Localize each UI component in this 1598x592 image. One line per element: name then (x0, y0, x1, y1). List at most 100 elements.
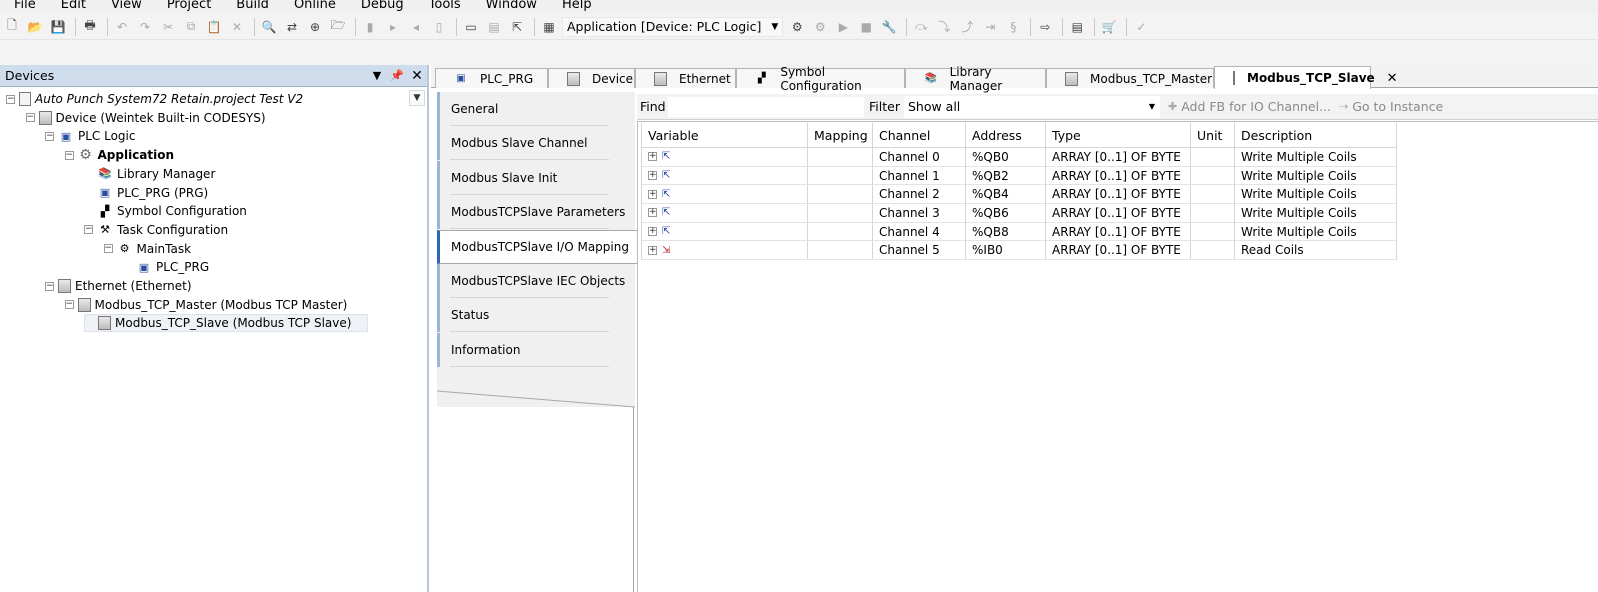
layout-icon[interactable]: ▤ (484, 17, 504, 37)
column-header[interactable]: Type (1046, 123, 1191, 148)
table-row[interactable]: + ⇱ Channel 4 %QB8 ARRAY [0..1] OF BYTE Write… (642, 222, 1397, 242)
close-icon[interactable]: ✕ (407, 68, 427, 84)
print-icon[interactable]: 🖶 (80, 17, 100, 37)
collapse-icon[interactable]: − (45, 281, 54, 291)
step-into-icon[interactable]: ⤵ (934, 17, 954, 37)
editor-tab[interactable]: ▞ Symbol Configuration (736, 65, 905, 93)
cell-mapping[interactable] (808, 166, 873, 186)
panel-menu-icon[interactable]: ▼ (367, 69, 387, 82)
force-values-icon[interactable]: 🛒 (1099, 17, 1119, 37)
collapse-icon[interactable]: − (64, 150, 74, 160)
side-tab[interactable]: ModbusTCPSlave I/O Mapping (437, 229, 637, 264)
step-over-icon[interactable]: ⤼ (911, 17, 931, 37)
table-row[interactable]: + ⇱ Channel 2 %QB4 ARRAY [0..1] OF BYTE Write… (642, 185, 1397, 205)
tree-node[interactable]: ▣ PLC_PRG (123, 258, 209, 276)
column-header[interactable]: Description (1235, 123, 1397, 148)
tree-node[interactable]: − ▣ PLC Logic (45, 127, 135, 145)
replace-icon[interactable]: ⇄ (282, 17, 302, 37)
menu-item-online[interactable]: Online (294, 0, 336, 11)
cell-variable[interactable]: + ⇱ (642, 166, 808, 186)
cell-variable[interactable]: + ⇱ (642, 185, 808, 205)
find-input[interactable] (667, 95, 865, 118)
cell-variable[interactable]: + ⇱ (642, 148, 808, 167)
column-header[interactable]: Unit (1191, 123, 1235, 148)
cell-mapping[interactable] (808, 148, 873, 167)
tree-node[interactable]: 📚 Library Manager (84, 165, 215, 183)
cell-variable[interactable]: + ⇱ (642, 222, 808, 242)
new-project-icon[interactable]: 🗋 (2, 17, 22, 37)
side-tab[interactable]: ModbusTCPSlave Parameters (437, 195, 635, 230)
add-fb-button[interactable]: ✚ Add FB for IO Channel... (1168, 99, 1331, 114)
tree-node[interactable]: − Auto Punch System72 Retain.project Test… (6, 90, 303, 108)
unforce-icon[interactable]: ✓ (1131, 17, 1151, 37)
editor-tab[interactable]: Device (548, 68, 635, 88)
side-tab[interactable]: ModbusTCPSlave IEC Objects (437, 264, 635, 298)
paste-icon[interactable]: 📋 (204, 17, 224, 37)
menu-item-edit[interactable]: Edit (61, 0, 86, 11)
column-header[interactable]: Channel (873, 123, 966, 148)
collapse-icon[interactable]: − (64, 300, 74, 310)
cell-mapping[interactable] (808, 222, 873, 242)
filter-select[interactable]: Show all ▼ (903, 95, 1160, 118)
tree-node[interactable]: ▞ Symbol Configuration (84, 202, 247, 220)
build-icon[interactable]: ▦ (539, 17, 559, 37)
tree-node[interactable]: Modbus_TCP_Slave (Modbus TCP Slave) (84, 314, 369, 333)
redo-icon[interactable]: ↷ (135, 17, 155, 37)
close-tab-icon[interactable]: ✕ (1387, 71, 1398, 86)
cell-mapping[interactable] (808, 241, 873, 261)
side-tab[interactable]: Modbus Slave Init (437, 160, 635, 195)
expand-icon[interactable]: + (648, 189, 657, 199)
tree-node[interactable]: − ⚒ Task Configuration (84, 221, 228, 239)
export-icon[interactable]: ⇱ (507, 17, 527, 37)
collapse-icon[interactable]: − (45, 131, 54, 141)
expand-icon[interactable]: + (648, 152, 657, 162)
active-application-select[interactable]: Application [Device: PLC Logic] ▼ (562, 16, 784, 37)
previous-bookmark-icon[interactable]: ◂ (406, 17, 426, 37)
tree-dropdown-icon[interactable]: ▼ (409, 90, 425, 106)
tree-node[interactable]: − Modbus_TCP_Master (Modbus TCP Master) (64, 296, 347, 314)
table-row[interactable]: + ⇱ Channel 0 %QB0 ARRAY [0..1] OF BYTE Write… (642, 148, 1397, 167)
save-icon[interactable]: 💾 (48, 17, 68, 37)
side-tab[interactable]: Information (437, 332, 635, 367)
tree-node[interactable]: − ⚙ Application (64, 146, 174, 164)
column-header[interactable]: Mapping (808, 123, 873, 148)
column-header[interactable]: Variable (642, 123, 808, 148)
column-header[interactable]: Address (966, 123, 1046, 148)
editor-tab[interactable]: 📚 Library Manager (905, 65, 1046, 93)
menu-item-help[interactable]: Help (562, 0, 592, 11)
bookmark-icon[interactable]: ▮ (360, 17, 380, 37)
open-project-icon[interactable]: 📂 (25, 17, 45, 37)
show-next-statement-icon[interactable]: ⇨ (1035, 17, 1055, 37)
collapse-icon[interactable]: − (6, 94, 15, 104)
run-to-cursor-icon[interactable]: ⇥ (980, 17, 1000, 37)
tree-node[interactable]: − Ethernet (Ethernet) (45, 277, 192, 295)
start-icon[interactable]: ▶ (833, 17, 853, 37)
copy-icon[interactable]: ⧉ (181, 17, 201, 37)
set-next-statement-icon[interactable]: § (1003, 17, 1023, 37)
find-icon[interactable]: 🔍 (259, 17, 279, 37)
menu-item-project[interactable]: Project (167, 0, 211, 11)
step-out-icon[interactable]: ⤴ (957, 17, 977, 37)
cut-icon[interactable]: ✂ (158, 17, 178, 37)
collapse-icon[interactable]: − (103, 244, 113, 254)
editor-tab[interactable]: Modbus_TCP_Master (1046, 68, 1214, 88)
logout-icon[interactable]: ⚙ (810, 17, 830, 37)
expand-icon[interactable]: + (648, 227, 657, 237)
expand-icon[interactable]: + (648, 208, 657, 218)
editor-tab[interactable]: Modbus_TCP_Slave ✕ (1214, 66, 1398, 89)
add-object-icon[interactable]: ⊕ (305, 17, 325, 37)
clear-bookmarks-icon[interactable]: ▯ (429, 17, 449, 37)
cell-mapping[interactable] (808, 204, 873, 223)
window-icon[interactable]: ▭ (461, 17, 481, 37)
side-tab[interactable]: Status (437, 298, 635, 333)
login-icon[interactable]: ⚙ (787, 17, 807, 37)
go-to-instance-button[interactable]: ⇢ Go to Instance (1339, 99, 1443, 114)
collapse-icon[interactable]: − (84, 225, 93, 235)
menu-item-view[interactable]: View (111, 0, 142, 11)
collapse-icon[interactable]: − (25, 113, 35, 123)
cell-variable[interactable]: + ⇱ (642, 204, 808, 223)
menu-item-build[interactable]: Build (236, 0, 269, 11)
menu-item-file[interactable]: File (14, 0, 36, 11)
editor-tab[interactable]: Ethernet (635, 68, 736, 88)
tree-node[interactable]: − ⚙ MainTask (103, 240, 191, 258)
